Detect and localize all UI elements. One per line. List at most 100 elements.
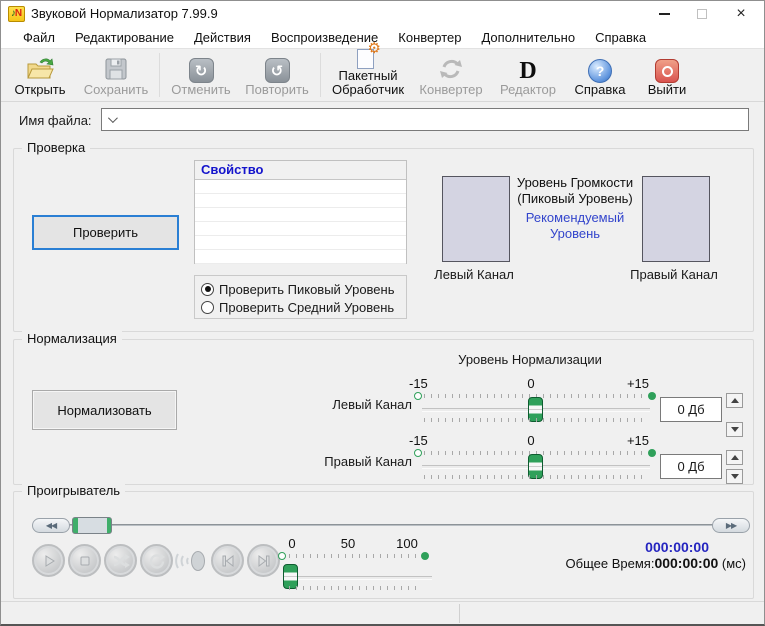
scale-min-label: -15	[409, 376, 428, 391]
toolbar-open-button[interactable]: Открыть	[3, 50, 77, 100]
help-question-icon: ?	[588, 53, 612, 83]
seek-back-button[interactable]: ◀◀	[32, 518, 70, 533]
volume-min-label: 0	[288, 536, 296, 551]
skip-back-icon	[222, 554, 233, 567]
volume-track[interactable]	[287, 576, 432, 580]
slider-ticks	[424, 418, 646, 422]
table-row[interactable]	[195, 222, 406, 236]
scale-min-label: -15	[409, 433, 428, 448]
table-row[interactable]	[195, 208, 406, 222]
menu-actions[interactable]: Действия	[184, 28, 261, 47]
up-arrow-icon	[730, 455, 739, 460]
player-group: Проигрыватель ◀◀ ▶▶ 0 50 100 000:00:00 О…	[13, 483, 754, 599]
play-button[interactable]	[32, 544, 65, 577]
scale-zero-label: 0	[527, 433, 535, 448]
toolbar-help-button[interactable]: ? Справка	[565, 50, 635, 100]
check-button[interactable]: Проверить	[32, 215, 179, 250]
scale-max-label: +15	[626, 433, 649, 448]
volume-mid-label: 50	[340, 536, 356, 551]
toolbar-redo-button[interactable]: ↺ Повторить	[238, 50, 316, 100]
stop-icon	[80, 556, 89, 565]
previous-button[interactable]	[211, 544, 244, 577]
status-bar	[1, 601, 764, 624]
left-spin-up-button[interactable]	[726, 393, 743, 408]
menu-extra[interactable]: Дополнительно	[471, 28, 585, 47]
norm-right-channel-label: Правый Канал	[324, 454, 412, 469]
left-spin-down-button[interactable]	[726, 422, 743, 437]
next-button[interactable]	[247, 544, 280, 577]
toolbar-batch-button[interactable]: ⚙ Пакетный Обработчик	[325, 41, 411, 100]
scale-zero-label: 0	[527, 376, 535, 391]
check-group-label: Проверка	[22, 140, 91, 155]
toolbar-undo-button[interactable]: ↻ Отменить	[164, 50, 238, 100]
slider-min-marker	[414, 392, 422, 400]
toolbar: Открыть Сохранить ↻ Отменить ↺ Повторить	[1, 41, 764, 102]
converter-cycle-icon	[437, 53, 465, 83]
right-spin-up-button[interactable]	[726, 450, 743, 465]
shuffle-icon	[113, 553, 130, 568]
radio-mean-level[interactable]: Проверить Средний Уровень	[201, 298, 406, 316]
left-db-value[interactable]: 0 Дб	[660, 397, 722, 422]
seek-handle[interactable]	[72, 517, 112, 534]
slider-min-marker	[414, 449, 422, 457]
normalize-group: Нормализация Нормализовать Уровень Норма…	[13, 331, 754, 485]
exit-power-icon	[655, 53, 679, 83]
volume-button[interactable]	[173, 544, 209, 577]
volume-ticks	[289, 586, 419, 590]
table-row[interactable]	[195, 236, 406, 250]
maximize-button[interactable]	[682, 1, 722, 27]
menu-file[interactable]: Файл	[13, 28, 65, 47]
normalize-group-label: Нормализация	[22, 331, 122, 346]
filename-input[interactable]	[115, 109, 748, 130]
slider-max-marker	[648, 449, 656, 457]
shuffle-button[interactable]	[104, 544, 137, 577]
toolbar-editor-button[interactable]: D Редактор	[491, 50, 565, 100]
volume-max-marker	[421, 552, 429, 560]
table-row[interactable]	[195, 180, 406, 194]
toolbar-save-button[interactable]: Сохранить	[77, 50, 155, 100]
batch-processor-icon: ⚙	[355, 41, 381, 69]
close-icon: ×	[736, 5, 746, 22]
save-floppy-icon	[101, 53, 131, 83]
menu-edit[interactable]: Редактирование	[65, 28, 184, 47]
window-title: Звуковой Нормализатор 7.99.9	[31, 6, 218, 21]
check-mode-panel: Проверить Пиковый Уровень Проверить Сред…	[194, 275, 407, 319]
table-row[interactable]	[195, 250, 406, 264]
right-spin-down-button[interactable]	[726, 469, 743, 484]
repeat-button[interactable]	[140, 544, 173, 577]
left-channel-meter	[442, 176, 510, 262]
down-arrow-icon	[730, 474, 739, 479]
table-row[interactable]	[195, 194, 406, 208]
check-group: Проверка Проверить Свойство Проверить Пи…	[13, 140, 754, 332]
right-channel-meter	[642, 176, 710, 262]
seek-forward-button[interactable]: ▶▶	[712, 518, 750, 533]
minimize-button[interactable]	[644, 1, 684, 27]
close-button[interactable]: ×	[722, 1, 760, 27]
play-icon	[45, 554, 55, 567]
up-arrow-icon	[730, 398, 739, 403]
menu-converter[interactable]: Конвертер	[388, 28, 471, 47]
volume-ticks	[289, 554, 419, 558]
toolbar-separator	[159, 53, 160, 97]
undo-arrow-icon: ↻	[188, 53, 214, 83]
normalize-button[interactable]: Нормализовать	[32, 390, 177, 430]
volume-min-marker	[278, 552, 286, 560]
filename-combobox[interactable]	[101, 108, 749, 131]
speaker-icon	[175, 550, 205, 571]
toolbar-exit-button[interactable]: Выйти	[635, 50, 699, 100]
normalization-level-title: Уровень Нормализации	[458, 352, 602, 367]
recommended-level-link[interactable]: Рекомендуемый Уровень	[510, 210, 640, 242]
current-time: 000:00:00	[645, 539, 709, 555]
right-db-value[interactable]: 0 Дб	[660, 454, 722, 479]
minimize-icon	[658, 13, 670, 15]
norm-left-channel-label: Левый Канал	[332, 397, 412, 412]
toolbar-converter-button[interactable]: Конвертер	[411, 50, 491, 100]
fast-forward-icon: ▶▶	[725, 521, 737, 530]
menu-help[interactable]: Справка	[585, 28, 656, 47]
radio-peak-level[interactable]: Проверить Пиковый Уровень	[201, 280, 406, 298]
seek-track[interactable]	[50, 524, 730, 526]
property-table-header: Свойство	[195, 161, 406, 180]
slider-ticks	[424, 475, 646, 479]
slider-max-marker	[648, 392, 656, 400]
stop-button[interactable]	[68, 544, 101, 577]
